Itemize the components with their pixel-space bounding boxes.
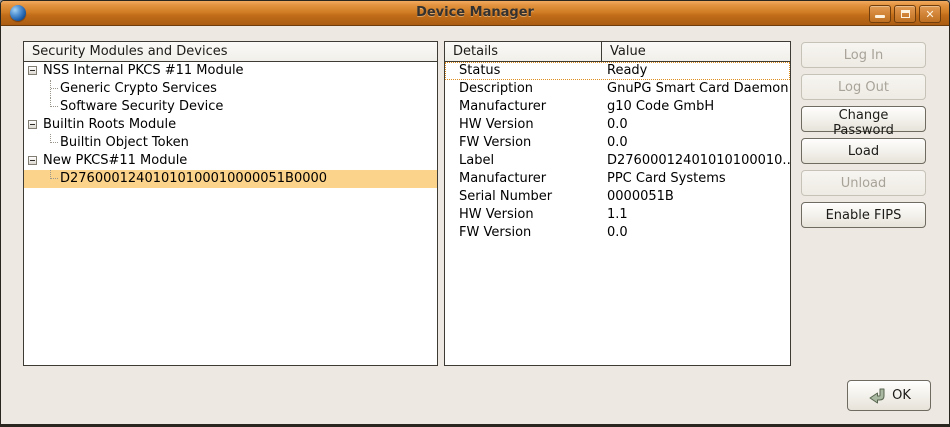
- tree-item-label: Builtin Object Token: [60, 134, 189, 152]
- device-manager-window: Device Manager ✕ Security Modules and De…: [0, 0, 950, 427]
- details-row-description[interactable]: Description GnuPG Smart Card Daemon: [445, 80, 790, 98]
- detail-field: HW Version: [445, 206, 602, 224]
- tree-body: NSS Internal PKCS #11 Module Generic Cry…: [24, 62, 437, 188]
- detail-value: 1.1: [602, 206, 790, 224]
- detail-field: Status: [445, 62, 602, 80]
- tree-item-generic-crypto-services[interactable]: Generic Crypto Services: [24, 80, 437, 98]
- maximize-button[interactable]: [894, 5, 916, 23]
- tree-connector: [50, 80, 58, 98]
- log-in-button[interactable]: Log In: [801, 42, 926, 68]
- detail-field: Manufacturer: [445, 170, 602, 188]
- details-row-hw-version-token[interactable]: HW Version 1.1: [445, 206, 790, 224]
- tree-item-label: Software Security Device: [60, 98, 223, 116]
- unload-button[interactable]: Unload: [801, 170, 926, 196]
- detail-field: Description: [445, 80, 602, 98]
- tree-item-builtin-object-token[interactable]: Builtin Object Token: [24, 134, 437, 152]
- detail-value: GnuPG Smart Card Daemon: [602, 80, 790, 98]
- details-row-status[interactable]: Status Ready: [445, 62, 790, 80]
- detail-field: FW Version: [445, 224, 602, 242]
- details-row-fw-version-token[interactable]: FW Version 0.0: [445, 224, 790, 242]
- collapse-expander-icon[interactable]: [28, 66, 37, 75]
- tree-item-smartcard-aid-selected[interactable]: D27600012401010100010000051B0000: [24, 170, 437, 188]
- tree-connector: [50, 98, 58, 107]
- tree-connector: [50, 170, 58, 179]
- tree-item-label: D27600012401010100010000051B0000: [60, 170, 327, 188]
- close-button[interactable]: ✕: [919, 5, 941, 23]
- tree-item-software-security-device[interactable]: Software Security Device: [24, 98, 437, 116]
- detail-value: D27600012401010100010...: [602, 152, 790, 170]
- minimize-icon: [875, 15, 885, 18]
- details-table: Details Value Status Ready Description G…: [444, 41, 791, 366]
- details-row-manufacturer-module[interactable]: Manufacturer g10 Code GmbH: [445, 98, 790, 116]
- detail-field: FW Version: [445, 134, 602, 152]
- maximize-icon: [901, 10, 910, 18]
- detail-field: Serial Number: [445, 188, 602, 206]
- detail-value: Ready: [602, 62, 790, 80]
- details-row-label[interactable]: Label D27600012401010100010...: [445, 152, 790, 170]
- tree-item-label: Builtin Roots Module: [43, 116, 176, 134]
- ok-button-label: OK: [892, 388, 911, 403]
- enable-fips-button[interactable]: Enable FIPS: [801, 202, 926, 228]
- detail-field: HW Version: [445, 116, 602, 134]
- window-controls: ✕: [869, 5, 941, 23]
- ok-button[interactable]: OK: [847, 380, 931, 411]
- tree-item-nss-internal-module[interactable]: NSS Internal PKCS #11 Module: [24, 62, 437, 80]
- collapse-expander-icon[interactable]: [28, 156, 37, 165]
- detail-value: 0.0: [602, 134, 790, 152]
- ok-return-arrow-icon: [867, 388, 887, 404]
- details-row-manufacturer-token[interactable]: Manufacturer PPC Card Systems: [445, 170, 790, 188]
- detail-value: PPC Card Systems: [602, 170, 790, 188]
- column-header-value[interactable]: Value: [602, 42, 790, 62]
- detail-field: Manufacturer: [445, 98, 602, 116]
- window-title: Device Manager: [1, 5, 949, 20]
- minimize-button[interactable]: [869, 5, 891, 23]
- detail-value: 0000051B: [602, 188, 790, 206]
- titlebar[interactable]: Device Manager ✕: [1, 1, 949, 26]
- detail-value: 0.0: [602, 224, 790, 242]
- tree-item-label: Generic Crypto Services: [60, 80, 217, 98]
- detail-value: g10 Code GmbH: [602, 98, 790, 116]
- load-button[interactable]: Load: [801, 138, 926, 164]
- details-row-fw-version-module[interactable]: FW Version 0.0: [445, 134, 790, 152]
- detail-field: Label: [445, 152, 602, 170]
- tree-item-label: New PKCS#11 Module: [43, 152, 187, 170]
- tree-column-header[interactable]: Security Modules and Devices: [24, 42, 437, 62]
- details-row-hw-version-module[interactable]: HW Version 0.0: [445, 116, 790, 134]
- tree-item-new-pkcs11-module[interactable]: New PKCS#11 Module: [24, 152, 437, 170]
- collapse-expander-icon[interactable]: [28, 120, 37, 129]
- tree-item-label: NSS Internal PKCS #11 Module: [43, 62, 244, 80]
- detail-value: 0.0: [602, 116, 790, 134]
- details-row-serial-number[interactable]: Serial Number 0000051B: [445, 188, 790, 206]
- log-out-button[interactable]: Log Out: [801, 74, 926, 100]
- action-buttons-column: Log In Log Out Change Password Load Unlo…: [801, 42, 926, 234]
- close-icon: ✕: [925, 9, 934, 20]
- tree-item-builtin-roots-module[interactable]: Builtin Roots Module: [24, 116, 437, 134]
- details-header-row: Details Value: [445, 42, 790, 62]
- security-modules-tree: Security Modules and Devices NSS Interna…: [23, 41, 438, 366]
- column-header-details[interactable]: Details: [445, 42, 602, 62]
- tree-connector: [50, 134, 58, 143]
- change-password-button[interactable]: Change Password: [801, 106, 926, 132]
